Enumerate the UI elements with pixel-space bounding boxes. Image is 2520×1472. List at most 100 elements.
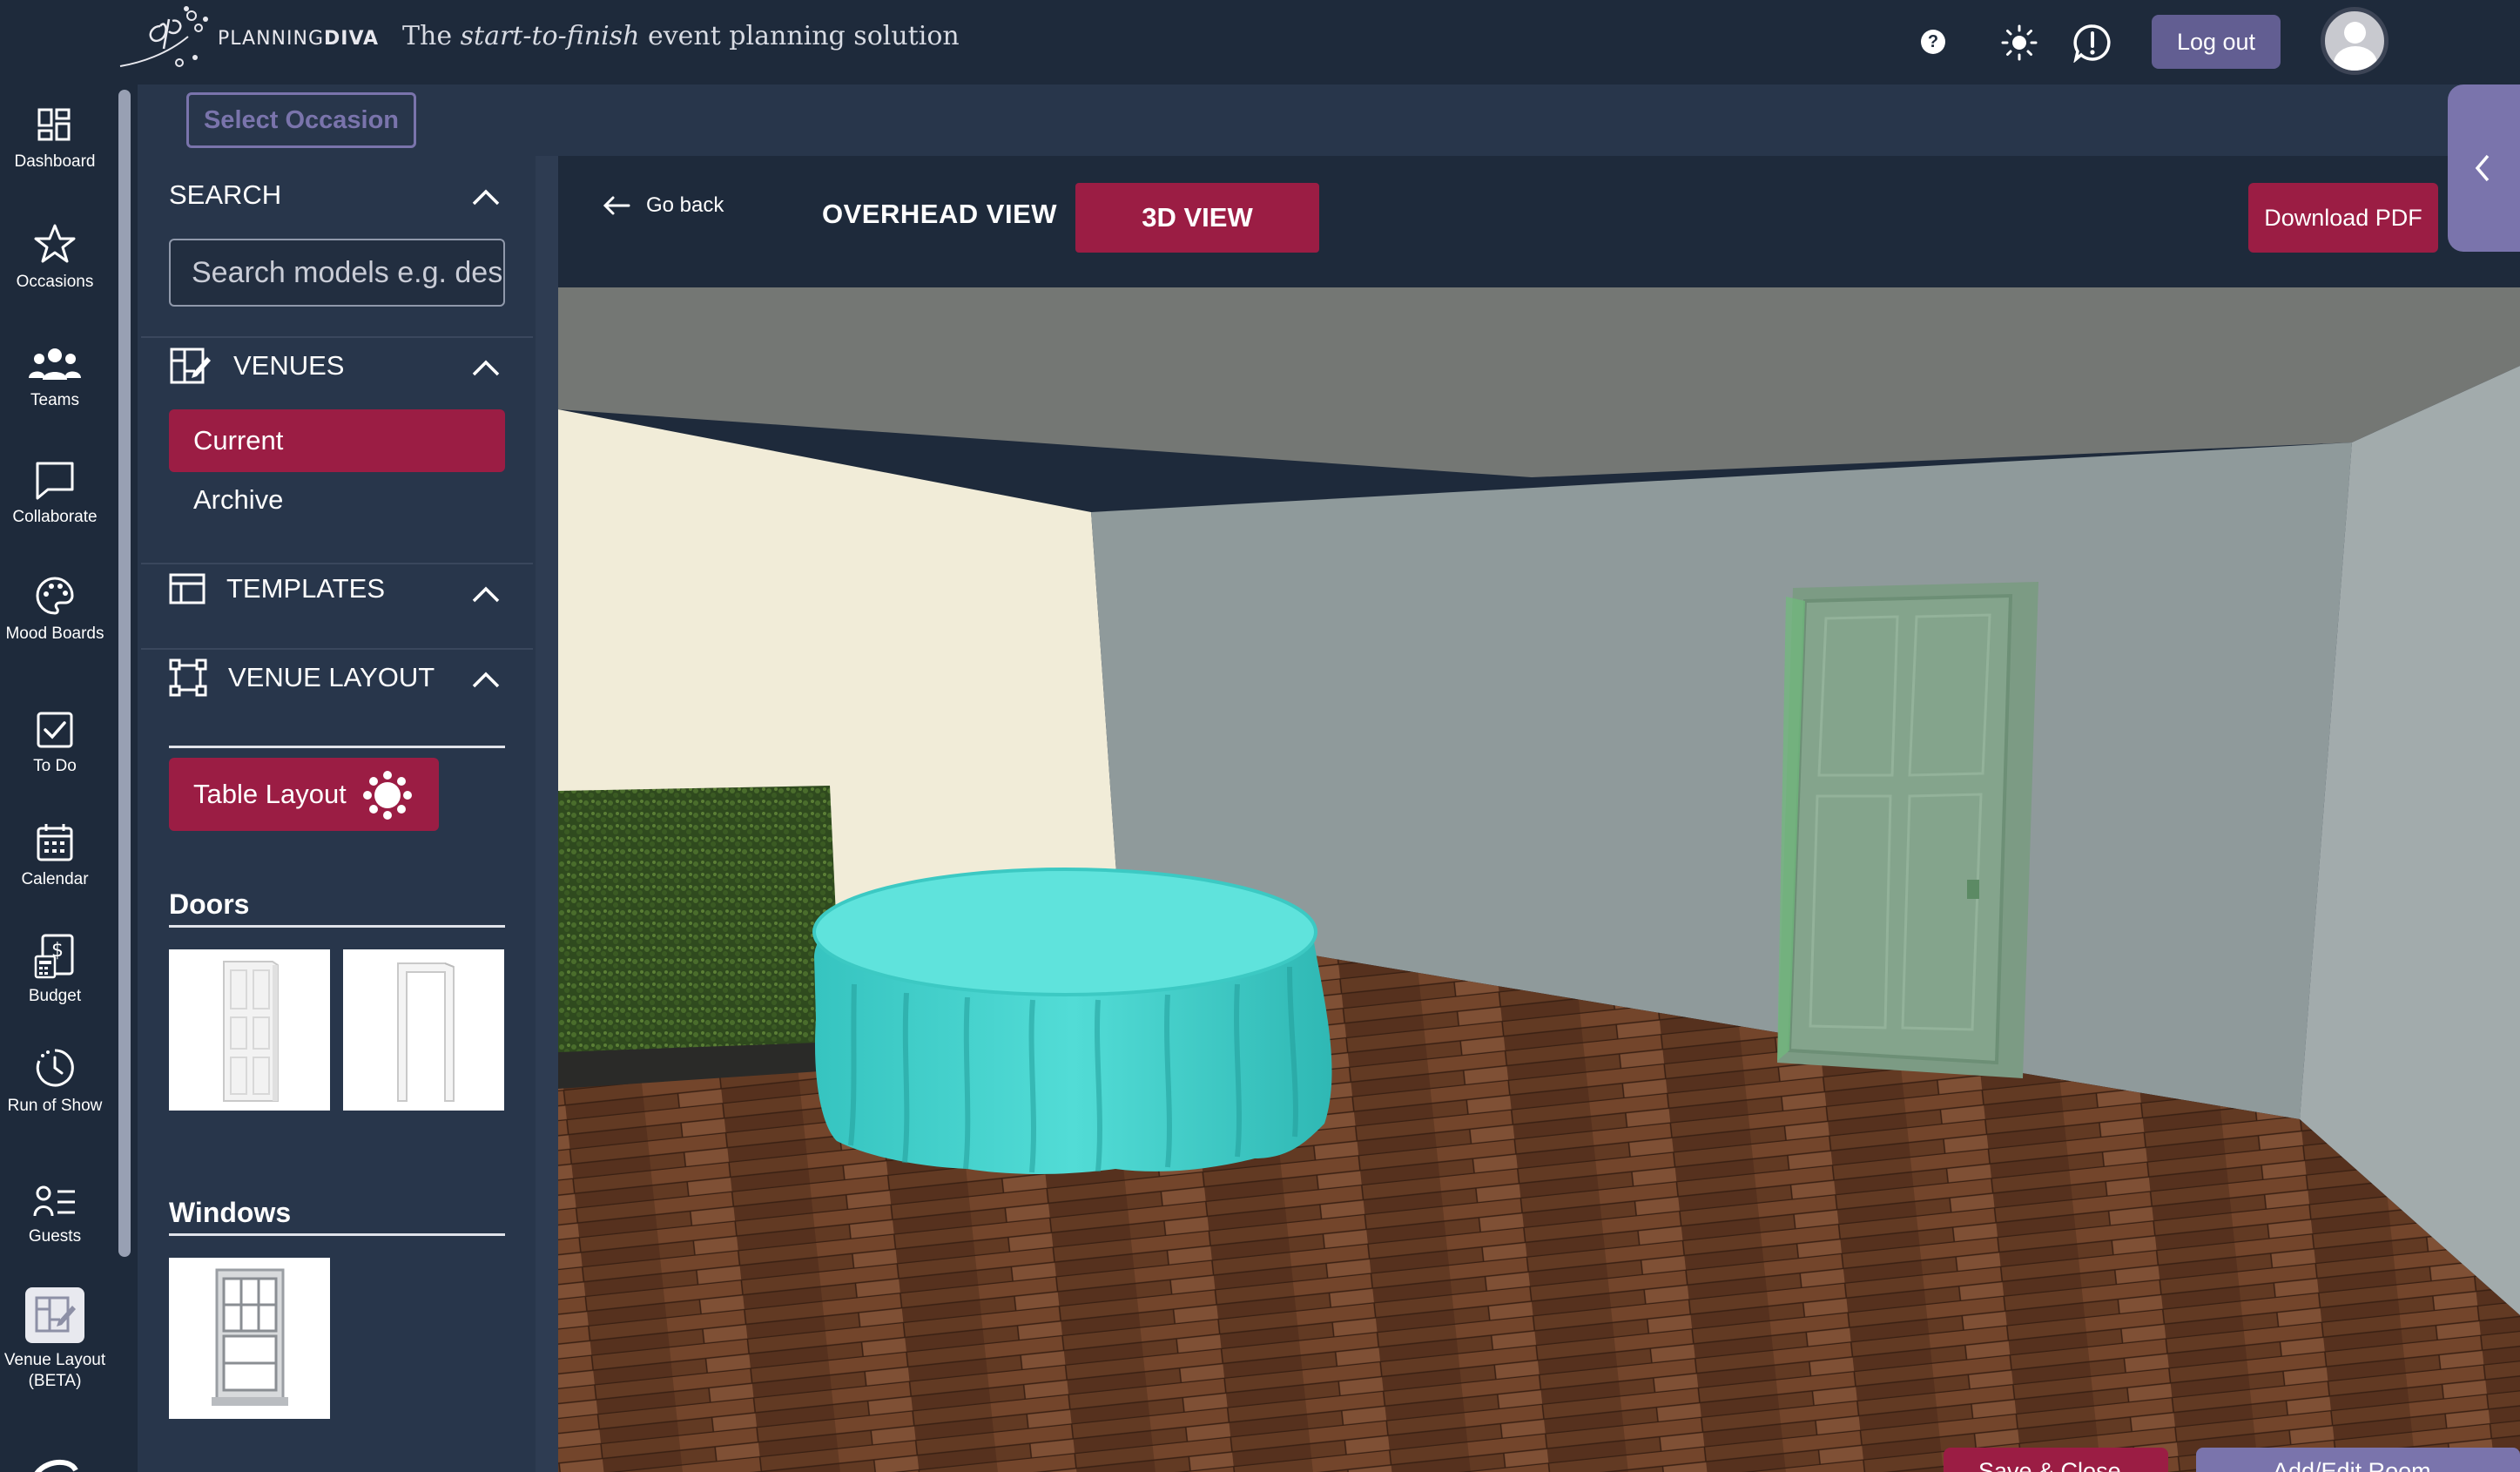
chevron-up-icon[interactable] [470,669,502,690]
table-layout-button[interactable]: Table Layout [169,758,439,831]
search-section-header[interactable]: SEARCH [169,179,281,211]
door-frame-model-thumbnail[interactable] [343,949,504,1111]
door-model-thumbnail[interactable] [169,949,330,1111]
checkbox-icon [37,712,73,748]
nav-item-to-do[interactable]: To Do [0,711,110,777]
venues-archive-item[interactable]: Archive [193,484,283,516]
nav-label: Teams [30,391,79,409]
go-back-label: Go back [646,193,724,217]
section-underline [169,746,505,748]
nav-item-calendar[interactable]: Calendar [0,822,110,890]
nav-item-run-of-show[interactable]: Run of Show [0,1047,110,1117]
nav-item-venue-layout[interactable]: Venue Layout (BETA) [0,1287,110,1392]
search-models-input[interactable] [169,239,505,307]
arrow-left-icon [603,196,630,215]
nav-item-dashboard[interactable]: Dashboard [0,106,110,172]
star-icon [34,224,76,263]
chevron-up-icon[interactable] [470,584,502,604]
budget-icon: $ [34,934,74,979]
section-divider [141,563,533,564]
chevron-up-icon[interactable] [470,186,502,207]
nav-label: To Do [33,757,77,775]
templates-section-header[interactable]: TEMPLATES [169,573,385,604]
sash-window-icon [211,1268,288,1406]
nav-item-mood-boards[interactable]: Mood Boards [0,575,110,645]
section-divider [141,648,533,650]
nav-item-collaborate[interactable]: Collaborate [0,460,110,528]
theme-toggle-sun-icon[interactable] [2001,24,2038,61]
guest-list-icon [33,1185,75,1217]
nav-item-teams[interactable]: Teams [0,347,110,411]
section-divider [141,336,533,338]
user-avatar[interactable] [2321,7,2389,75]
chevron-up-icon[interactable] [470,357,502,378]
tab-overhead-view[interactable]: OVERHEAD VIEW [822,199,1057,230]
avatar-head-shape [2344,22,2366,44]
frame-corners-icon [169,658,207,697]
users-icon [29,348,81,380]
help-icon[interactable]: ? [1921,30,1945,54]
clock-icon [36,1049,74,1087]
template-icon [169,573,206,604]
templates-title: TEMPLATES [226,573,386,604]
chevron-left-icon [2475,154,2490,182]
logout-button[interactable]: Log out [2152,15,2281,69]
top-bar: PLANNINGDIVA The start-to-finish event p… [0,0,2520,84]
venue-layout-icon [170,348,211,384]
venues-current-item[interactable]: Current [169,409,505,472]
venue-layout-title: VENUE LAYOUT [228,662,435,692]
chat-icon [36,462,74,500]
search-title: SEARCH [169,179,282,210]
tagline: The start-to-finish event planning solut… [402,21,960,51]
nav-item-more[interactable] [0,1455,110,1472]
save-and-close-button[interactable]: Save & Close [1944,1448,2168,1472]
nav-label: Dashboard [14,152,96,171]
venue-layout-icon [35,1296,76,1333]
add-edit-room-button[interactable]: Add/Edit Room [2196,1448,2520,1472]
window-model-thumbnail[interactable] [169,1258,330,1419]
nav-item-budget[interactable]: $ Budget [0,934,110,1007]
calendar-icon [37,824,73,861]
panel-door-icon [222,960,279,1102]
go-back-link[interactable]: Go back [603,193,724,218]
active-icon-box [25,1287,84,1343]
nav-label: Venue Layout (BETA) [3,1351,106,1390]
venues-section-header[interactable]: VENUES [169,347,344,385]
more-nav-icon [34,1460,78,1472]
logo-monogram-icon [119,6,208,67]
nav-label: Occasions [16,273,94,291]
nav-label: Run of Show [7,1097,103,1115]
round-table-icon [363,771,412,820]
nav-label: Mood Boards [5,625,104,643]
collapse-panel-tab[interactable] [2448,84,2520,252]
download-pdf-button[interactable]: Download PDF [2248,183,2438,253]
tab-3d-view[interactable]: 3D VIEW [1075,183,1319,253]
table-layout-label: Table Layout [193,779,347,809]
palette-icon [36,577,74,615]
nav-label: Calendar [21,870,89,888]
venues-title: VENUES [233,350,345,381]
windows-underline [169,1233,505,1236]
nav-item-guests[interactable]: Guests [0,1185,110,1247]
nav-label: Guests [28,1227,82,1246]
3d-room-render[interactable] [558,287,2520,1472]
nav-label: Budget [28,987,82,1005]
search-input-field[interactable] [192,256,503,290]
venue-layout-section-header[interactable]: VENUE LAYOUT [169,658,435,697]
door-frame-icon [396,962,455,1102]
nav-item-occasions[interactable]: Occasions [0,223,110,293]
doors-title: Doors [169,888,250,920]
feedback-alert-icon[interactable] [2072,23,2112,63]
panel-scroll-track[interactable] [536,156,558,1472]
occasion-bar [138,84,2520,156]
doors-underline [169,925,505,928]
avatar-body-shape [2334,46,2377,71]
brand-name: PLANNINGDIVA [218,27,380,50]
select-occasion-button[interactable]: Select Occasion [186,92,416,148]
3d-scene-canvas[interactable] [558,287,2520,1472]
windows-title: Windows [169,1197,292,1228]
planning-diva-logo[interactable]: PLANNINGDIVA [115,0,379,77]
dashboard-icon [37,108,71,141]
nav-scrollbar[interactable] [118,90,131,1257]
nav-label: Collaborate [12,508,98,526]
